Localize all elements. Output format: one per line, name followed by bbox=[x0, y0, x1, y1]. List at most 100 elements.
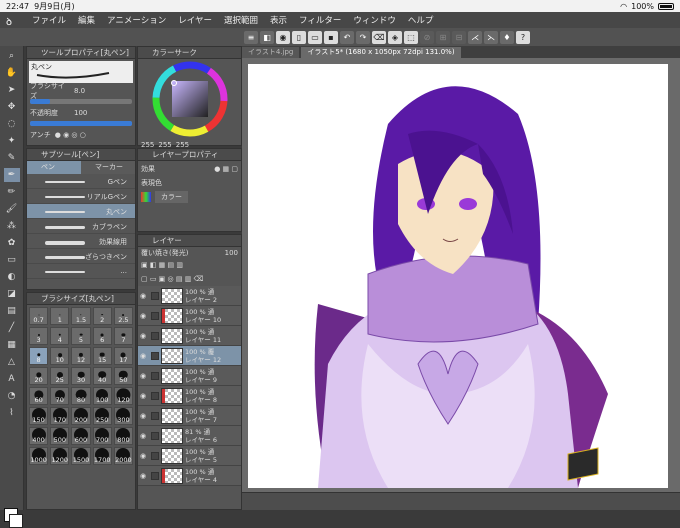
operation-tool-icon[interactable]: ➤ bbox=[4, 83, 20, 97]
brush-size-cell[interactable]: 10 bbox=[50, 347, 70, 365]
pen-pressure-icon[interactable]: ♦ bbox=[500, 30, 514, 44]
eye-icon[interactable]: ◉ bbox=[140, 292, 149, 300]
redo-icon[interactable]: ↷ bbox=[356, 30, 370, 44]
brush-size-cell[interactable]: 1000 bbox=[29, 447, 49, 465]
brush-size-cell[interactable]: 4 bbox=[50, 327, 70, 345]
brush-size-cell[interactable]: 170 bbox=[50, 407, 70, 425]
toolbar-menu-icon[interactable]: ≡ bbox=[244, 30, 258, 44]
pen-tool-icon[interactable]: ✒ bbox=[3, 168, 20, 182]
ruler-tool-icon[interactable]: △ bbox=[4, 355, 20, 369]
tab-illust5[interactable]: イラスト5* (1680 x 1050px 72dpi 131.0%) bbox=[301, 47, 461, 58]
decoration-icon[interactable]: ✿ bbox=[4, 236, 20, 250]
brush-size-value[interactable]: 8.0 bbox=[74, 87, 85, 95]
brush-size-cell[interactable]: 40 bbox=[92, 367, 112, 385]
gradient-icon[interactable]: ▤ bbox=[4, 304, 20, 318]
brush-size-cell[interactable]: 700 bbox=[92, 427, 112, 445]
brush-tool-icon[interactable]: 🖌 bbox=[4, 202, 20, 216]
lock-checkbox[interactable] bbox=[151, 371, 159, 380]
brush-size-cell[interactable]: 15 bbox=[92, 347, 112, 365]
opacity-slider[interactable] bbox=[30, 121, 132, 126]
brush-size-cell[interactable]: 80 bbox=[71, 387, 91, 405]
brush-size-cell[interactable]: 0.7 bbox=[29, 307, 49, 325]
correct-line-icon[interactable]: ⌇ bbox=[4, 406, 20, 420]
brush-size-icon[interactable]: ◉ bbox=[276, 30, 290, 44]
brush-size-cell[interactable]: 5 bbox=[71, 327, 91, 345]
eye-icon[interactable]: ◉ bbox=[140, 432, 149, 440]
layer-row[interactable]: ◉ 100 % 通レイヤー 10 bbox=[138, 306, 241, 326]
brush-size-cell[interactable]: 100 bbox=[92, 387, 112, 405]
brush-size-cell[interactable]: 30 bbox=[71, 367, 91, 385]
layer-row[interactable]: ◉ 100 % 通レイヤー 11 bbox=[138, 326, 241, 346]
brush-size-cell[interactable]: 1500 bbox=[71, 447, 91, 465]
tab-marker[interactable]: マーカー bbox=[81, 161, 135, 174]
eye-icon[interactable]: ◉ bbox=[140, 392, 149, 400]
quick-access-icon[interactable]: ◧ bbox=[260, 30, 274, 44]
brush-size-cell[interactable]: 800 bbox=[113, 427, 133, 445]
brush-size-cell[interactable]: 60 bbox=[29, 387, 49, 405]
brush-size-cell[interactable]: 2.5 bbox=[113, 307, 133, 325]
lock-checkbox[interactable] bbox=[151, 431, 159, 440]
blend-mode-select[interactable]: 覆い焼き(発光) bbox=[141, 248, 188, 258]
eye-icon[interactable]: ◉ bbox=[140, 472, 149, 480]
symmetry-icon[interactable]: ⋌ bbox=[468, 30, 482, 44]
effect-icons[interactable]: ● ▦ ▢ bbox=[214, 165, 238, 173]
eye-icon[interactable]: ◉ bbox=[140, 312, 149, 320]
fill-tool-icon[interactable]: ◪ bbox=[4, 287, 20, 301]
brush-size-cell[interactable]: 8 bbox=[29, 347, 49, 365]
brush-size-cell[interactable]: 17 bbox=[113, 347, 133, 365]
layer-row[interactable]: ◉ 100 % 通レイヤー 9 bbox=[138, 366, 241, 386]
undo-icon[interactable]: ↶ bbox=[340, 30, 354, 44]
menu-animation[interactable]: アニメーション bbox=[107, 14, 166, 26]
brush-size-cell[interactable]: 1700 bbox=[92, 447, 112, 465]
layer-row[interactable]: ◉ 100 % 通レイヤー 5 bbox=[138, 446, 241, 466]
brush-item[interactable]: 効果線用 bbox=[27, 234, 135, 249]
brush-item[interactable]: Gペン bbox=[27, 174, 135, 189]
brush-size-cell[interactable]: 600 bbox=[71, 427, 91, 445]
layer-row[interactable]: ◉ 100 % 通レイヤー 4 bbox=[138, 466, 241, 486]
ruler-icon[interactable]: ⊘ bbox=[420, 30, 434, 44]
lock-checkbox[interactable] bbox=[151, 351, 159, 360]
antialias-options[interactable]: ● ◉ ◎ ○ bbox=[55, 131, 86, 139]
brush-size-cell[interactable]: 12 bbox=[71, 347, 91, 365]
eye-icon[interactable]: ◉ bbox=[140, 332, 149, 340]
app-logo-icon[interactable]: ꝺ bbox=[6, 14, 20, 28]
brush-size-cell[interactable]: 7 bbox=[113, 327, 133, 345]
balloon-icon[interactable]: ◔ bbox=[4, 389, 20, 403]
canvas-paper[interactable] bbox=[248, 64, 668, 488]
menu-filter[interactable]: フィルター bbox=[299, 14, 341, 26]
layer-row[interactable]: ◉ 100 % 通レイヤー 2 bbox=[138, 286, 241, 306]
eye-icon[interactable]: ◉ bbox=[140, 412, 149, 420]
lock-checkbox[interactable] bbox=[151, 411, 159, 420]
brush-size-cell[interactable]: 3 bbox=[29, 327, 49, 345]
perspective-icon[interactable]: ⋋ bbox=[484, 30, 498, 44]
opacity-value[interactable]: 100 bbox=[74, 109, 87, 117]
brush-size-cell[interactable]: 1.5 bbox=[71, 307, 91, 325]
text-tool-icon[interactable]: A bbox=[4, 372, 20, 386]
brush-item[interactable]: カブラペン bbox=[27, 219, 135, 234]
eraser-icon[interactable]: ▭ bbox=[4, 253, 20, 267]
brush-item-selected[interactable]: 丸ペン bbox=[27, 204, 135, 219]
brush-size-cell[interactable]: 20 bbox=[29, 367, 49, 385]
brush-item[interactable]: ざらつきペン bbox=[27, 249, 135, 264]
brush-size-cell[interactable]: 70 bbox=[50, 387, 70, 405]
brush-item[interactable]: ... bbox=[27, 264, 135, 279]
blend-tool-icon[interactable]: ◐ bbox=[4, 270, 20, 284]
lock-checkbox[interactable] bbox=[151, 391, 159, 400]
snap-icon[interactable]: ⊞ bbox=[436, 30, 450, 44]
move-tool-icon[interactable]: ✥ bbox=[4, 100, 20, 114]
brush-item[interactable]: リアルGペン bbox=[27, 189, 135, 204]
transform-icon[interactable]: ⬚ bbox=[404, 30, 418, 44]
lock-checkbox[interactable] bbox=[151, 471, 159, 480]
hand-tool-icon[interactable]: ✋ bbox=[4, 66, 20, 80]
zoom-tool-icon[interactable]: ⌕ bbox=[4, 49, 20, 63]
brush-size-cell[interactable]: 50 bbox=[113, 367, 133, 385]
brush-size-cell[interactable]: 500 bbox=[50, 427, 70, 445]
pencil-tool-icon[interactable]: ✏ bbox=[4, 185, 20, 199]
layer-opacity[interactable]: 100 bbox=[225, 249, 238, 257]
tab-pen[interactable]: ペン bbox=[27, 161, 81, 174]
sub-color-swatch[interactable] bbox=[9, 514, 23, 528]
lock-checkbox[interactable] bbox=[151, 331, 159, 340]
clear-icon[interactable]: ⌫ bbox=[372, 30, 386, 44]
menu-edit[interactable]: 編集 bbox=[78, 14, 95, 26]
brush-size-cell[interactable]: 2 bbox=[92, 307, 112, 325]
